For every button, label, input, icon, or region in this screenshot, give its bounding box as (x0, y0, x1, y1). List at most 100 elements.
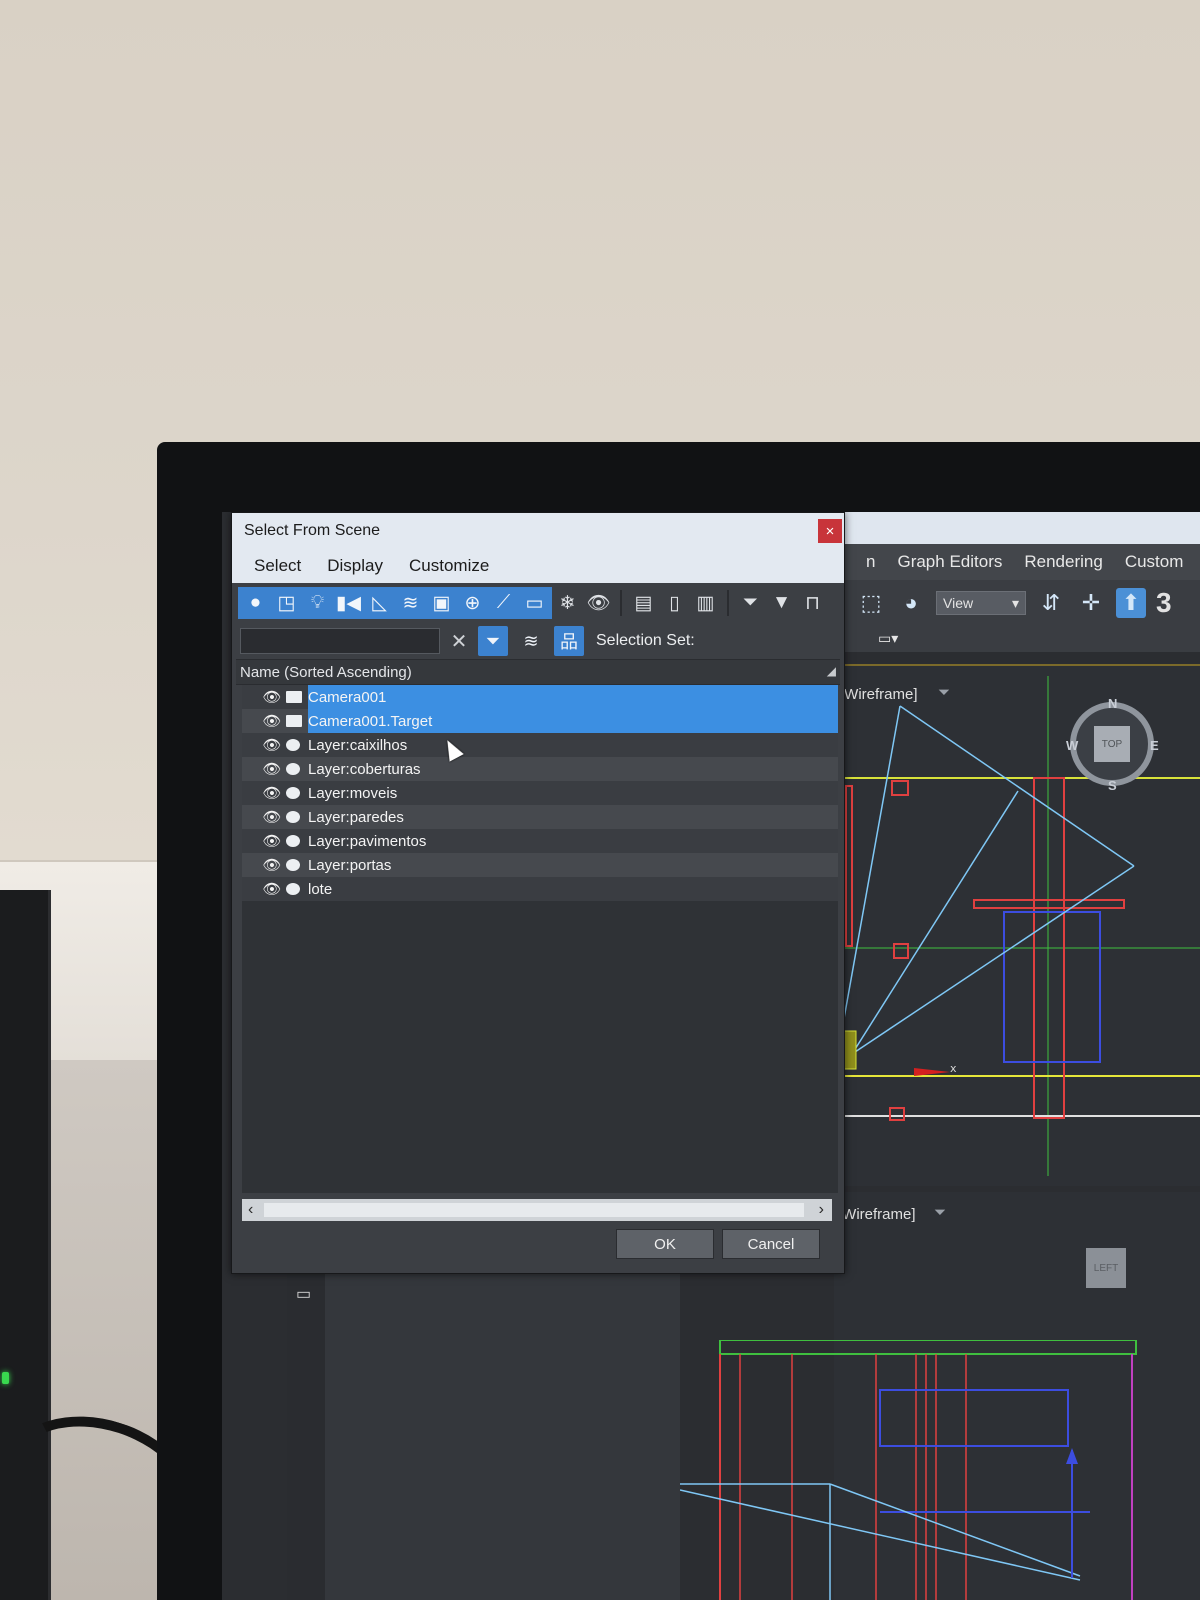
groups-filter-icon[interactable]: ▣ (426, 588, 457, 618)
move-icon[interactable]: ✛ (1076, 588, 1106, 618)
compass-west: W (1066, 738, 1079, 753)
app-menubar: n Graph Editors Rendering Custom (842, 544, 1200, 580)
search-input[interactable] (240, 628, 440, 654)
list-item-label: Layer:paredes (308, 808, 404, 826)
list-item[interactable]: 👁︎ Layer:portas (242, 853, 838, 877)
hidden-filter-icon[interactable]: 👁︎ (583, 588, 614, 618)
filter-icon[interactable]: ⏷ (934, 1204, 946, 1221)
find-filter-icon[interactable]: ⏷ (478, 626, 508, 656)
compass-north: N (1108, 696, 1118, 711)
select-region-icon[interactable]: ⬚ (856, 588, 886, 618)
list-item[interactable]: 👁︎ Layer:moveis (242, 781, 838, 805)
horizontal-scrollbar[interactable]: ‹ › (242, 1199, 832, 1221)
select-all-icon[interactable]: ▤ (628, 588, 659, 618)
cancel-button[interactable]: Cancel (722, 1229, 820, 1259)
viewport-layout-icon[interactable]: ▭▾ (878, 630, 898, 647)
visibility-eye-icon[interactable]: 👁︎ (262, 856, 282, 874)
bones-filter-icon[interactable]: ⟋ (488, 588, 519, 618)
layer-type-icon (286, 811, 300, 823)
list-item[interactable]: 👁︎ Layer:caixilhos (242, 733, 838, 757)
name-column-header[interactable]: Name (Sorted Ascending) ◢ (236, 659, 840, 685)
selection-set-label: Selection Set: (596, 632, 695, 649)
dialog-titlebar[interactable]: Select From Scene × (232, 513, 844, 549)
menu-display[interactable]: Display (327, 556, 383, 576)
layers-icon[interactable]: ≋ (516, 626, 546, 656)
close-button[interactable]: × (818, 519, 842, 543)
scrollbar-thumb[interactable] (264, 1203, 804, 1217)
layer-type-icon (286, 859, 300, 871)
list-item[interactable]: 👁︎ Layer:paredes (242, 805, 838, 829)
snaps-toggle-3[interactable]: 3 (1156, 587, 1172, 619)
list-item[interactable]: 👁︎ lote (242, 877, 838, 901)
column-header-label: Name (Sorted Ascending) (240, 663, 412, 681)
viewcube-top-face[interactable]: TOP (1094, 726, 1130, 762)
ok-button[interactable]: OK (616, 1229, 714, 1259)
viewport-left-label[interactable]: [Wireframe] (838, 1206, 916, 1223)
shapes-filter-icon[interactable]: ◳ (271, 588, 302, 618)
lights-filter-icon[interactable]: 💡︎ (302, 588, 333, 618)
select-none-icon[interactable]: ▯ (659, 588, 690, 618)
cameras-filter-icon[interactable]: ▮◀ (333, 588, 364, 618)
list-item-label: Layer:pavimentos (308, 832, 427, 850)
list-item[interactable]: 👁︎ Camera001.Target (242, 709, 838, 733)
list-item[interactable]: 👁︎ Layer:pavimentos (242, 829, 838, 853)
menu-item-customize[interactable]: Custom (1125, 552, 1184, 572)
toolbar-divider (620, 590, 622, 616)
command-panel-sidebar: ▭ (287, 1262, 325, 1600)
toolbar-divider (727, 590, 729, 616)
view-dropdown-value: View (943, 595, 974, 611)
layer-type-icon (286, 763, 300, 775)
menu-item-rendering[interactable]: Rendering (1024, 552, 1102, 572)
xrefs-filter-icon[interactable]: ⊕ (457, 588, 488, 618)
viewport-top[interactable]: [Wireframe] ⏷ x TOP N S E W (834, 664, 1200, 1186)
menu-item-graph-editors[interactable]: Graph Editors (897, 552, 1002, 572)
select-invert-icon[interactable]: ▥ (690, 588, 721, 618)
visibility-eye-icon[interactable]: 👁︎ (262, 736, 282, 754)
list-item[interactable]: 👁︎ Layer:coberturas (242, 757, 838, 781)
helpers-filter-icon[interactable]: ◺ (364, 588, 395, 618)
clear-filters-icon[interactable]: ⏷ (735, 588, 766, 618)
chevron-down-icon: ▾ (1011, 594, 1019, 611)
hierarchy-icon[interactable]: 品 (554, 626, 584, 656)
scroll-left-icon[interactable]: ‹ (248, 1201, 253, 1219)
camera-type-icon (286, 715, 302, 727)
visibility-eye-icon[interactable]: 👁︎ (262, 880, 282, 898)
viewcube-top[interactable]: TOP N S E W (1066, 696, 1159, 793)
list-item-label: Layer:caixilhos (308, 736, 408, 754)
list-item[interactable]: 👁︎ Camera001 (242, 685, 838, 709)
snap-icon[interactable]: ◕ (896, 588, 926, 618)
frozen-filter-icon[interactable]: ❄ (552, 588, 583, 618)
compass-south: S (1108, 778, 1117, 793)
clear-search-icon[interactable]: ✕ (448, 629, 470, 654)
visibility-eye-icon[interactable]: 👁︎ (262, 688, 282, 706)
visibility-eye-icon[interactable]: 👁︎ (262, 808, 282, 826)
screen: n Graph Editors Rendering Custom ⬚ ◕ Vie… (222, 512, 1200, 1600)
object-type-filters: ● ◳ 💡︎ ▮◀ ◺ ≋ ▣ ⊕ ⟋ ▭ (238, 587, 552, 619)
visibility-eye-icon[interactable]: 👁︎ (262, 712, 282, 730)
list-item-label: Camera001 (308, 685, 838, 709)
layer-type-icon (286, 739, 300, 751)
containers-filter-icon[interactable]: ▭ (519, 588, 550, 618)
select-and-manipulate-icon[interactable]: ⬆ (1116, 588, 1146, 618)
geometry-filter-icon[interactable]: ● (240, 588, 271, 618)
search-bar: ✕ ⏷ ≋ 品 Selection Set: (232, 623, 844, 659)
scroll-right-icon[interactable]: › (819, 1201, 824, 1219)
pivot-icon[interactable]: ⇵ (1036, 588, 1066, 618)
visibility-eye-icon[interactable]: 👁︎ (262, 784, 282, 802)
visibility-eye-icon[interactable]: 👁︎ (262, 760, 282, 778)
list-item-label: lote (308, 880, 333, 898)
viewcube-left-face[interactable]: LEFT (1086, 1248, 1126, 1288)
camera-type-icon (286, 691, 302, 703)
dialog-title: Select From Scene (244, 522, 381, 539)
menu-customize[interactable]: Customize (409, 556, 489, 576)
layer-manager-icon[interactable]: ▭ (296, 1284, 311, 1304)
visibility-eye-icon[interactable]: 👁︎ (262, 832, 282, 850)
layer-type-icon (286, 835, 300, 847)
list-item-label: Layer:coberturas (308, 760, 421, 778)
menu-item-partial[interactable]: n (866, 552, 875, 572)
reference-coordinate-dropdown[interactable]: View ▾ (936, 591, 1026, 615)
menu-select[interactable]: Select (254, 556, 301, 576)
space-warps-filter-icon[interactable]: ≋ (395, 588, 426, 618)
open-container-icon[interactable]: ⊓ (797, 588, 828, 618)
filter-icon[interactable]: ▼ (766, 588, 797, 618)
